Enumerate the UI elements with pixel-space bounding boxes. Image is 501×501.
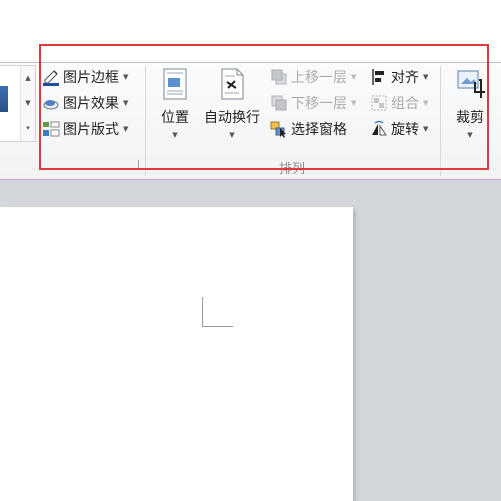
gallery-scrollbar[interactable]: ▲ ▼ ▾ bbox=[20, 66, 35, 141]
gallery-up-arrow-icon[interactable]: ▲ bbox=[21, 66, 35, 91]
highlight-box bbox=[39, 44, 489, 170]
picture-styles-gallery[interactable]: ▲ ▼ ▾ bbox=[0, 65, 36, 142]
margin-corner-mark bbox=[202, 297, 203, 327]
margin-corner-mark bbox=[202, 326, 233, 327]
gallery-more-icon[interactable]: ▾ bbox=[21, 116, 35, 141]
gallery-down-arrow-icon[interactable]: ▼ bbox=[21, 91, 35, 116]
document-page[interactable] bbox=[0, 207, 353, 501]
picture-style-thumbnail[interactable] bbox=[0, 86, 8, 112]
